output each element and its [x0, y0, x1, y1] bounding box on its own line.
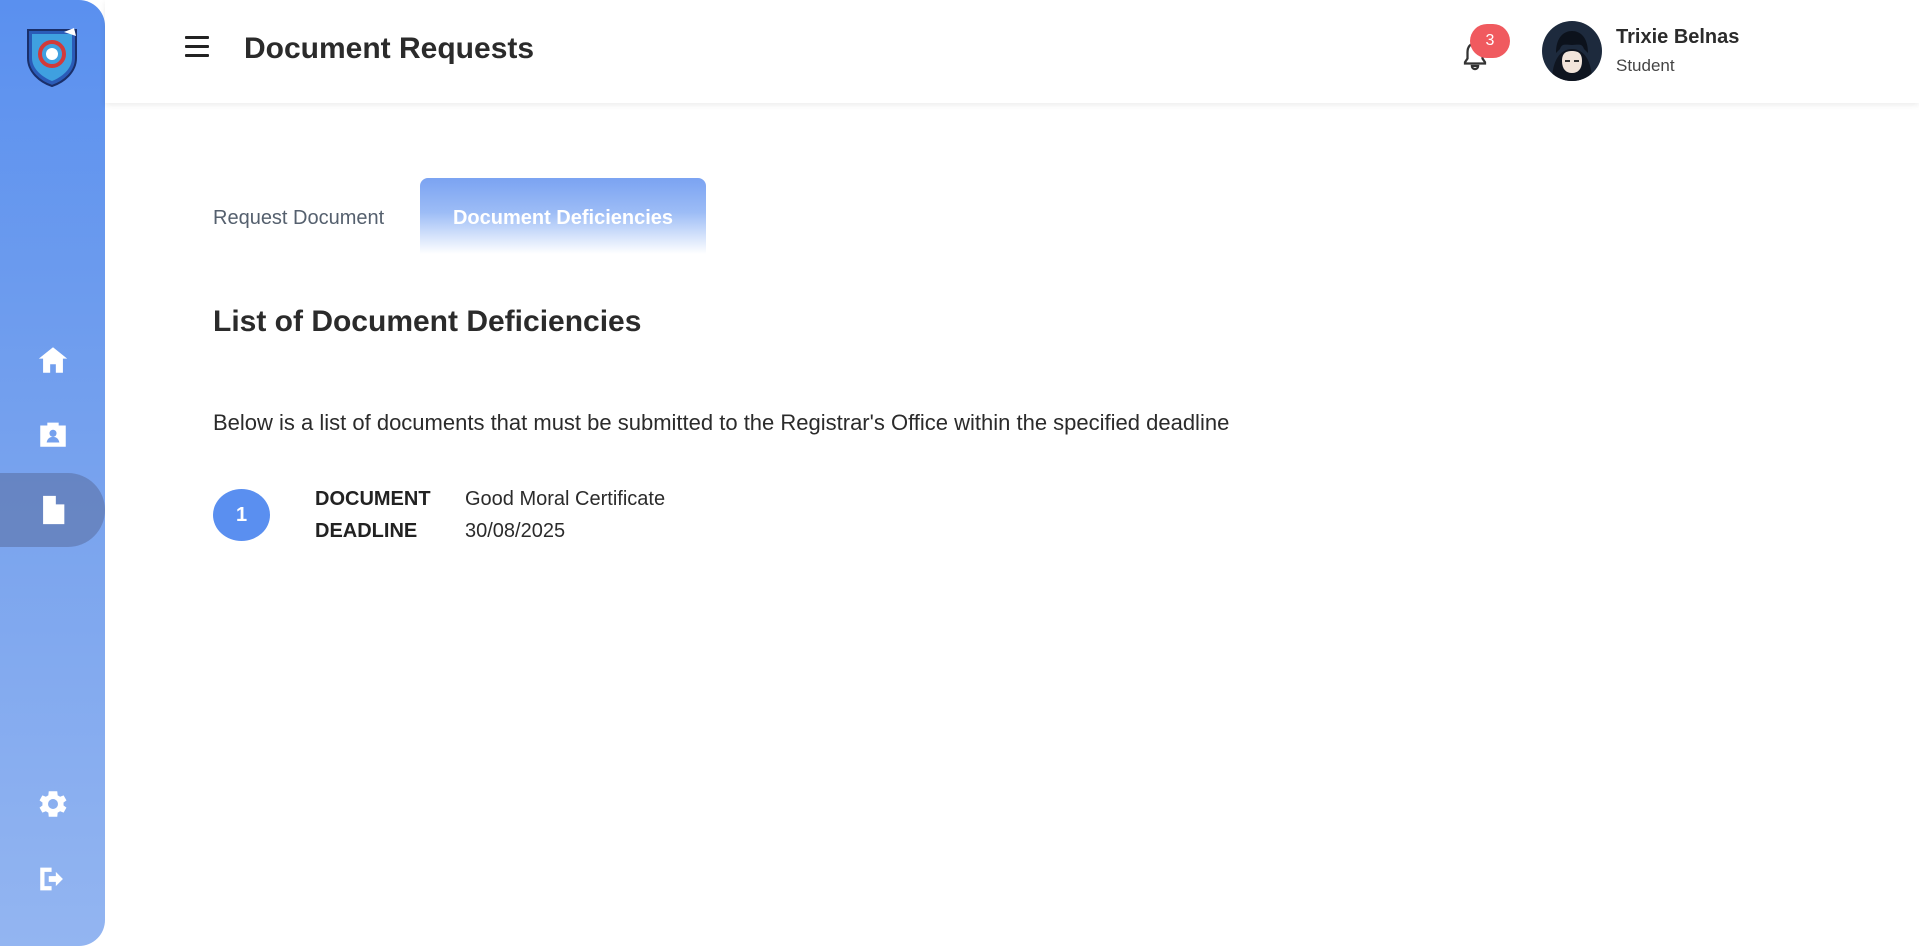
- deadline-label: DEADLINE: [315, 520, 418, 542]
- home-icon: [38, 347, 67, 373]
- notification-count-badge: 3: [1470, 24, 1510, 58]
- deadline-value: 30/08/2025: [465, 520, 566, 542]
- hamburger-menu-button[interactable]: [185, 36, 211, 60]
- document-label: DOCUMENT: [315, 488, 431, 510]
- tab-document-deficiencies[interactable]: Document Deficiencies: [420, 178, 706, 254]
- sidebar-item-profile[interactable]: [0, 397, 105, 471]
- page-title: Document Requests: [244, 32, 535, 65]
- avatar[interactable]: [1542, 21, 1602, 81]
- menu-icon: [185, 36, 209, 39]
- gear-icon: [39, 791, 66, 817]
- sidebar-item-home[interactable]: [0, 323, 105, 397]
- section-title: List of Document Deficiencies: [213, 305, 642, 338]
- sidebar-item-settings[interactable]: [0, 767, 105, 841]
- school-logo: [20, 24, 84, 88]
- user-role: Student: [1616, 56, 1675, 75]
- id-badge-icon: [39, 422, 66, 447]
- logout-icon: [39, 867, 63, 891]
- sidebar-item-logout[interactable]: [0, 842, 105, 916]
- intro-text: Below is a list of documents that must b…: [213, 410, 1230, 435]
- sidebar: [0, 0, 105, 946]
- document-icon: [42, 495, 64, 525]
- sidebar-item-documents[interactable]: [0, 473, 105, 547]
- tab-request-document[interactable]: Request Document: [213, 207, 384, 283]
- user-name: Trixie Belnas: [1616, 26, 1740, 48]
- document-value: Good Moral Certificate: [465, 488, 666, 510]
- deficiency-number-badge: 1: [213, 489, 270, 541]
- top-header: Document Requests: [105, 0, 1919, 103]
